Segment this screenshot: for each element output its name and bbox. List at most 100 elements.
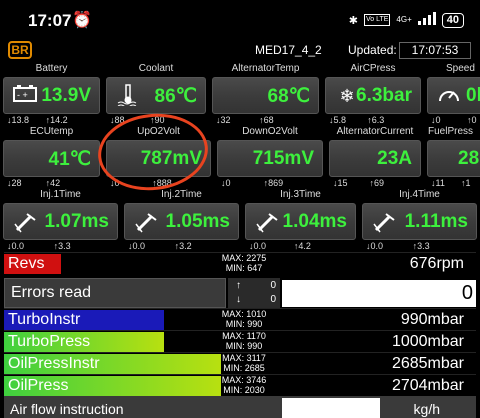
gauge-row-3: Inj.1Time 1.07ms ↓0.0 ↑3.3 Inj.2Time 1.0… (0, 189, 480, 255)
gauge-upo2volt[interactable]: UpO2Volt 787mV ↓0 ↑888 (103, 126, 214, 192)
gauge-aircpress[interactable]: AirCPress ❄ 6.3bar ↓5.8 ↑6.3 (322, 63, 424, 129)
gauge-box: 715mV (217, 140, 323, 177)
gauge-alternatorcurrent[interactable]: AlternatorCurrent 23A ↓15 ↑69 (326, 126, 424, 192)
gauge-value: 28 (458, 148, 480, 169)
signal-icon (417, 12, 436, 28)
alarm-icon: ⏰ (72, 12, 92, 29)
gauge-fuelpress[interactable]: FuelPress 28 ↓11 ↑1 (424, 126, 480, 192)
airflow-unit: kg/h (413, 401, 440, 417)
gauge-downo2volt[interactable]: DownO2Volt 715mV ↓0 ↑869 (214, 126, 326, 192)
bar-oilpressinstr[interactable]: OilPressInstr MAX: 3117 MIN: 2685 2685mb… (4, 352, 476, 374)
bar-min: MIN: 990 (225, 319, 263, 329)
bar-max: MAX: 3746 (221, 375, 267, 385)
gauge-coolant[interactable]: Coolant 86℃ ↓88 ↑90 (103, 63, 209, 129)
bar-minmax: MAX: 2275 MIN: 647 (218, 253, 270, 273)
gauge-speed[interactable]: Speed 0km ↓0 ↑0 (424, 63, 480, 129)
gauge-row-2: ECUtemp 41℃ ↓28 ↑42 UpO2Volt 787mV ↓0 ↑8… (0, 126, 480, 192)
errors-down-count: 0 (270, 294, 276, 305)
bar-revs[interactable]: Revs MAX: 2275 MIN: 647 676rpm (4, 252, 476, 274)
gauge-box: 28 (427, 140, 480, 177)
updated-label: Updated: (348, 43, 397, 57)
gauge-min: ↓88 (110, 115, 125, 125)
arrow-down-icon: ↓ (236, 294, 241, 305)
gauge-title: Battery (35, 63, 68, 74)
errors-counters: ↑ 0 ↓ 0 (228, 278, 280, 308)
gauge-value: 23A (377, 148, 412, 169)
battery-indicator: 40 (441, 12, 464, 28)
gauge-min: ↓13.8 (7, 115, 30, 125)
speedometer-icon (436, 84, 462, 108)
gauge-inj1time[interactable]: Inj.1Time 1.07ms ↓0.0 ↑3.3 (0, 189, 121, 255)
gauge-min: ↓15 (333, 178, 348, 188)
airflow-row[interactable]: Air flow instruction kg/h (4, 396, 476, 418)
gauge-max: ↑42 (45, 178, 61, 188)
gauge-min: ↓32 (216, 115, 231, 125)
gauge-box: 1.05ms (124, 203, 239, 240)
errors-row[interactable]: Errors read ↑ 0 ↓ 0 0 (4, 278, 476, 308)
gauge-max: ↑6.3 (367, 115, 385, 125)
gauge-title: Inj.3Time (280, 189, 321, 200)
bar-value: 2704mbar (391, 377, 464, 394)
gauge-title: AirCPress (350, 63, 396, 74)
gauge-min: ↓0 (221, 178, 231, 188)
gauge-box: 1.04ms (245, 203, 356, 240)
clock: 17:07 (28, 11, 72, 30)
gauge-ecutemp[interactable]: ECUtemp 41℃ ↓28 ↑42 (0, 126, 103, 192)
gauge-max: ↑3.2 (174, 241, 192, 251)
gauge-max: ↑14.2 (45, 115, 68, 125)
gauge-min: ↓0 (431, 115, 441, 125)
gauge-inj2time[interactable]: Inj.2Time 1.05ms ↓0.0 ↑3.2 (121, 189, 242, 255)
gauge-alternatortemp[interactable]: AlternatorTemp 68℃ ↓32 ↑68 (209, 63, 322, 129)
app-logo[interactable]: BR (8, 41, 32, 59)
errors-label: Errors read (4, 278, 226, 308)
bar-turbopress[interactable]: TurboPress MAX: 1170 MIN: 990 1000mbar (4, 330, 476, 352)
gauge-inj4time[interactable]: Inj.4Time 1.11ms ↓0.0 ↑3.3 (359, 189, 480, 255)
gauge-box: 787mV (106, 140, 211, 177)
airflow-label: Air flow instruction (10, 401, 124, 417)
gauge-max: ↑90 (150, 115, 165, 125)
gauge-min: ↓11 (431, 178, 445, 188)
gauge-inj3time[interactable]: Inj.3Time 1.04ms ↓0.0 ↑4.2 (242, 189, 359, 255)
bar-max: MAX: 1170 (222, 331, 266, 341)
bluetooth-icon: ✱ (348, 14, 358, 27)
network-type: 4G+ (396, 15, 412, 24)
battery-icon: - + (12, 84, 38, 108)
injector-icon (12, 210, 38, 234)
errors-up-count: 0 (270, 280, 276, 291)
gauge-title: Inj.4Time (399, 189, 440, 200)
gauge-title: Speed (446, 63, 475, 74)
gauge-value: 1.07ms (44, 211, 109, 232)
gauge-value: 1.11ms (404, 211, 468, 232)
gauge-box: 68℃ (212, 77, 319, 114)
bar-min: MIN: 2030 (223, 385, 265, 395)
gauge-min: ↓0.0 (128, 241, 146, 251)
gauge-value: 6.3bar (356, 85, 412, 106)
bar-label: TurboInstr (8, 311, 81, 328)
gauge-title: FuelPress (428, 126, 474, 137)
bar-label: OilPressInstr (8, 355, 100, 372)
gauge-value: 86℃ (154, 86, 197, 107)
bar-oilpress[interactable]: OilPress MAX: 3746 MIN: 2030 2704mbar (4, 374, 476, 396)
gauge-value: 1.05ms (165, 211, 230, 232)
gauge-max: ↑69 (369, 178, 384, 188)
bar-label: OilPress (8, 377, 69, 394)
gauge-min: ↓0.0 (249, 241, 267, 251)
gauge-value: 1.04ms (282, 211, 347, 232)
gauge-max: ↑4.2 (293, 241, 311, 251)
injector-icon (254, 210, 280, 234)
thermometer-icon (115, 84, 141, 108)
bar-max: MAX: 2275 (221, 253, 267, 263)
gauge-box: 1.11ms (362, 203, 477, 240)
gauge-box: 1.07ms (3, 203, 118, 240)
gauge-min: ↓0 (110, 178, 120, 188)
bar-value: 1000mbar (391, 333, 464, 350)
gauge-value: 41℃ (48, 149, 91, 170)
bar-turboinstr[interactable]: TurboInstr MAX: 1010 MIN: 990 990mbar (4, 308, 476, 330)
gauge-min: ↓0.0 (366, 241, 384, 251)
gauge-max: ↑0 (467, 115, 477, 125)
bar-value: 676rpm (409, 255, 464, 272)
status-bar: 17:07 ⏰ ✱ Vo LTE 4G+ 40 (0, 0, 480, 40)
gauge-title: Coolant (138, 63, 174, 74)
gauge-battery[interactable]: Battery - + 13.9V ↓13.8 ↑14.2 (0, 63, 103, 129)
bar-minmax: MAX: 3746 MIN: 2030 (218, 375, 270, 395)
